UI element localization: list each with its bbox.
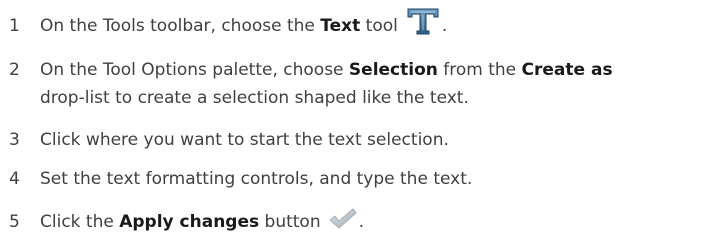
step-text-part: .: [358, 212, 365, 232]
step-text: Click the Apply changes button .: [40, 208, 364, 236]
step-text-part: On the Tool Options palette, choose: [40, 60, 349, 80]
procedure-steps: 1 On the Tools toolbar, choose the Text …: [0, 0, 711, 245]
text-tool-icon: [404, 6, 442, 36]
step-number: 2: [9, 60, 20, 80]
create-as-control-name: Create as: [521, 60, 613, 80]
step-text-part: On the Tools toolbar, choose the: [40, 16, 321, 36]
step-text: Click where you want to start the text s…: [40, 130, 449, 150]
step-text-part: tool: [360, 16, 398, 36]
step-number: 1: [9, 16, 20, 36]
step-number: 4: [9, 169, 20, 189]
selection-option-name: Selection: [348, 60, 438, 80]
step-text-part: button: [259, 212, 321, 232]
step-text-part: Click the: [40, 212, 120, 232]
text-tool-name: Text: [320, 16, 361, 36]
step-number: 5: [9, 212, 20, 232]
step-number: 3: [9, 130, 20, 150]
step-2: 2 On the Tool Options palette, choose Se…: [0, 56, 711, 112]
step-text: Set the text formatting controls, and ty…: [40, 169, 473, 189]
step-text: On the Tool Options palette, choose Sele…: [40, 56, 613, 84]
step-text-part: from the: [437, 60, 522, 80]
apply-changes-button-name: Apply changes: [119, 212, 260, 232]
checkmark-icon: [327, 207, 359, 231]
step-text-part: .: [441, 16, 448, 36]
step-text-line-2: drop-list to create a selection shaped l…: [40, 88, 469, 108]
step-text: On the Tools toolbar, choose the Text to…: [40, 8, 448, 40]
